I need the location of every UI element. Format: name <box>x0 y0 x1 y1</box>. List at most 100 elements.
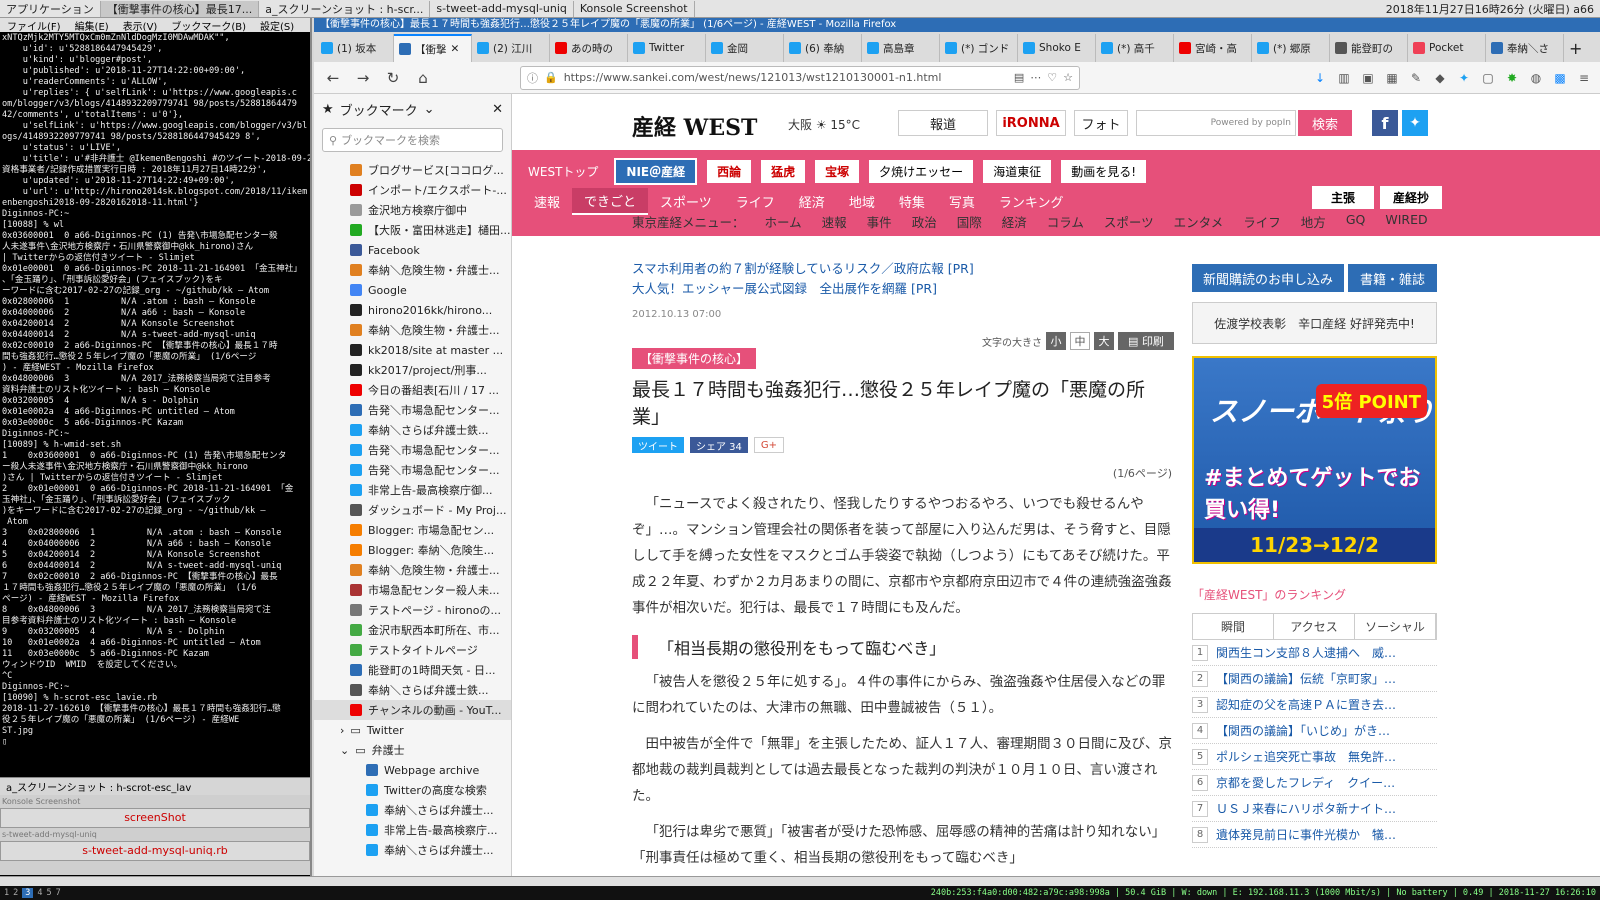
home-icon[interactable]: ⌂ <box>410 65 436 91</box>
back-icon[interactable]: ← <box>320 65 346 91</box>
rank-title[interactable]: ＵＳＪ来春にハリポタ新ナイト… <box>1216 800 1396 817</box>
browser-tab[interactable]: Twitter <box>628 34 706 62</box>
close-tab-icon[interactable]: ✕ <box>451 43 460 55</box>
twitter-icon[interactable]: ✦ <box>1454 68 1474 88</box>
browser-tab[interactable]: 高島章 <box>862 34 940 62</box>
browser-tab[interactable]: 【衝撃 ✕ <box>394 34 472 62</box>
bookmark-item[interactable]: チャンネルの動画 - YouT... <box>314 700 511 720</box>
rank-title[interactable]: 【関西の議論】「いじめ」がき… <box>1216 722 1390 739</box>
chevron-down-icon[interactable]: ⌄ <box>424 102 435 117</box>
tokyo-menu-link[interactable]: スポーツ <box>1104 212 1154 231</box>
bookmark-item[interactable]: Google <box>314 280 511 300</box>
sidebar-icon[interactable]: ▣ <box>1358 68 1378 88</box>
rank-title[interactable]: 認知症の父を高速ＰＡに置き去… <box>1216 696 1396 713</box>
bookmark-item[interactable]: テストページ - hironoの... <box>314 600 511 620</box>
pr-link[interactable]: スマホ利用者の約７割が経験しているリスク／政府広報 [PR] <box>632 259 1172 279</box>
tokyo-menu-link[interactable]: エンタメ <box>1174 212 1224 231</box>
header-link-news[interactable]: 報道 <box>898 110 988 136</box>
ranking-item[interactable]: 3 認知症の父を高速ＰＡに置き去… <box>1192 692 1437 718</box>
bookmark-item[interactable]: 能登町の1時間天気 - 日... <box>314 660 511 680</box>
library-icon[interactable]: ▥ <box>1334 68 1354 88</box>
bookmark-item[interactable]: Facebook <box>314 240 511 260</box>
rank-title[interactable]: 遺体発見前日に事件光模か 犠… <box>1216 826 1396 843</box>
sidebar-title[interactable]: ブックマーク <box>340 100 418 119</box>
rank-title[interactable]: 【関西の議論】伝統「京町家」… <box>1216 670 1396 687</box>
site-section-link[interactable]: ランキング <box>987 189 1076 214</box>
terminal-menu-item[interactable]: ファイル(F) <box>0 18 68 33</box>
bookmark-item[interactable]: Webpage archive <box>314 760 511 780</box>
bookmark-item[interactable]: 告発＼市場急配センター... <box>314 400 511 420</box>
facebook-icon[interactable]: f <box>1372 110 1398 136</box>
taskbar-item[interactable]: s-tweet-add-mysql-uniq <box>430 0 574 17</box>
rank-title[interactable]: 関西生コン支部８人逮捕へ 威… <box>1216 644 1396 661</box>
taskbar-item[interactable]: 【衝撃事件の核心】最長17... <box>100 0 260 17</box>
google-plus-button[interactable]: G+ <box>753 437 785 453</box>
extension-icon[interactable]: ✎ <box>1406 68 1426 88</box>
ranking-tab[interactable]: 瞬間 <box>1193 614 1274 639</box>
site-section-link[interactable]: 写真 <box>937 189 987 214</box>
bookmark-item[interactable]: 奉納＼危険生物・弁護士... <box>314 320 511 340</box>
bookmark-item[interactable]: Blogger: 市場急配セン... <box>314 520 511 540</box>
extension-icon[interactable]: ▢ <box>1478 68 1498 88</box>
ranking-item[interactable]: 1 関西生コン支部８人逮捕へ 威… <box>1192 640 1437 666</box>
site-section-link[interactable]: 特集 <box>887 189 937 214</box>
site-logo[interactable]: 産経 WEST <box>632 110 757 142</box>
bookmark-item[interactable]: 金沢地方検察庁御中 <box>314 200 511 220</box>
site-section-link[interactable]: スポーツ <box>648 189 724 214</box>
terminal-menu-item[interactable]: 設定(S) <box>253 18 301 33</box>
info-icon[interactable]: ⓘ <box>527 70 538 86</box>
header-link-photo[interactable]: フォト <box>1074 110 1128 136</box>
header-link-ironna[interactable]: iRONNA <box>996 110 1066 136</box>
bookmark-item[interactable]: 奉納＼さらば弁護士... <box>314 840 511 860</box>
subscribe-button[interactable]: 新聞購読のお申し込み <box>1192 264 1344 292</box>
workspace-button[interactable]: 3 <box>22 888 34 898</box>
workspace-button[interactable]: 2 <box>13 888 18 898</box>
bookmark-item[interactable]: 金沢市駅西本町所在、市... <box>314 620 511 640</box>
bookmark-folder[interactable]: ⌄ ▭ 弁護士 <box>314 740 511 760</box>
twitter-icon[interactable]: ✦ <box>1402 110 1428 136</box>
browser-tab[interactable]: あの時の <box>550 34 628 62</box>
konsole-window[interactable]: ファイル(F) 編集(E) 表示(V) ブックマーク(B) 設定(S) xNTQzMjk… <box>0 18 312 876</box>
extension-icon[interactable]: ✸ <box>1502 68 1522 88</box>
tokyo-menu-link[interactable]: 国際 <box>957 212 982 231</box>
bookmark-item[interactable]: 奉納＼危険生物・弁護士... <box>314 260 511 280</box>
bookmark-item[interactable]: 奉納＼さらば弁護士... <box>314 800 511 820</box>
terminal-menu-item[interactable]: 表示(V) <box>116 18 165 33</box>
article-category-tag[interactable]: 【衝撃事件の核心】 <box>632 348 757 369</box>
bookmark-item[interactable]: 非常上告-最高検察庁... <box>314 820 511 840</box>
font-small-button[interactable]: 小 <box>1046 332 1066 350</box>
url-text[interactable]: https://www.sankei.com/west/news/121013/… <box>564 71 1008 84</box>
tokyo-menu-link[interactable]: 地方 <box>1301 212 1326 231</box>
bookmark-item[interactable]: 奉納＼危険生物・弁護士... <box>314 560 511 580</box>
reader-icon[interactable]: ▤ <box>1014 71 1024 84</box>
bookmark-item[interactable]: 【大阪・富田林逃走】樋田... <box>314 220 511 240</box>
site-nav-item[interactable]: NIE＠産経 <box>614 158 698 185</box>
reload-icon[interactable]: ↻ <box>380 65 406 91</box>
bookmark-item[interactable]: テストタイトルページ <box>314 640 511 660</box>
browser-tab[interactable]: (2) 江川 <box>472 34 550 62</box>
ranking-item[interactable]: 7 ＵＳＪ来春にハリポタ新ナイト… <box>1192 796 1437 822</box>
font-medium-button[interactable]: 中 <box>1070 332 1090 350</box>
ranking-item[interactable]: 2 【関西の議論】伝統「京町家」… <box>1192 666 1437 692</box>
terminal-output[interactable]: xNTQzMjk2MTY5MTQxCm0mZnNldDogMzI0MDAwMDA… <box>0 32 310 777</box>
ad-murasaki[interactable]: スノーボード祭り 5倍 POINT #まとめてゲットでお買い得! 11/23→1… <box>1192 356 1437 564</box>
browser-tab[interactable]: (6) 奉納 <box>784 34 862 62</box>
site-section-link[interactable]: ライフ <box>724 189 787 214</box>
bookmark-item[interactable]: Blogger: 奉納＼危険生... <box>314 540 511 560</box>
bookmark-item[interactable]: hirono2016kk/hirono... <box>314 300 511 320</box>
tokyo-menu-link[interactable]: ライフ <box>1243 212 1281 231</box>
taskbar-item[interactable]: アプリケーション <box>0 0 101 17</box>
site-nav-item[interactable]: 動画を見る! <box>1061 160 1147 183</box>
opinion-link[interactable]: 産経抄 <box>1380 186 1442 209</box>
bookmark-item[interactable]: kk2017/project/刑事... <box>314 360 511 380</box>
browser-tab[interactable]: 宮崎・高 <box>1174 34 1252 62</box>
url-bar[interactable]: ⓘ 🔒 https://www.sankei.com/west/news/121… <box>520 65 1080 90</box>
print-button[interactable]: ▤ 印刷 <box>1118 332 1174 350</box>
tokyo-menu-link[interactable]: 政治 <box>912 212 937 231</box>
bookmark-item[interactable]: kk2018/site at master ... <box>314 340 511 360</box>
tokyo-menu-link[interactable]: 速報 <box>822 212 847 231</box>
screenshot-button[interactable]: screenShot <box>0 808 310 828</box>
tweet-button[interactable]: ツイート <box>632 437 684 453</box>
site-search-input[interactable]: Powered by popIn <box>1136 110 1296 136</box>
browser-tab[interactable]: (1) 坂本 <box>316 34 394 62</box>
